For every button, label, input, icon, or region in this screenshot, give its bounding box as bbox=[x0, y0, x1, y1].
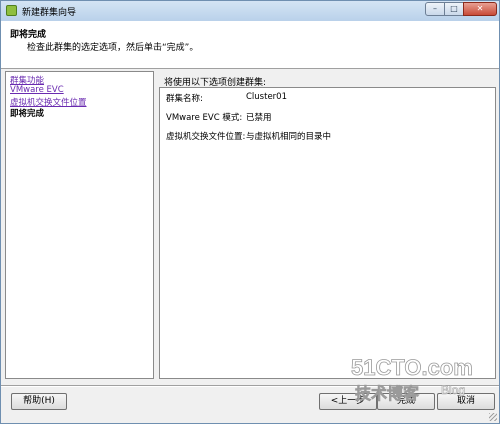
back-button[interactable]: <上一步 bbox=[319, 393, 377, 410]
window-title: 新建群集向导 bbox=[22, 8, 77, 18]
close-button[interactable]: ✕ bbox=[463, 2, 497, 16]
wizard-window: 新建群集向导 – □ ✕ 即将完成 检查此群集的选定选项，然后单击“完成”。 群… bbox=[0, 0, 500, 424]
step-description: 检查此群集的选定选项，然后单击“完成”。 bbox=[27, 43, 199, 53]
maximize-button[interactable]: □ bbox=[444, 2, 464, 16]
evc-mode-label: VMware EVC 模式: bbox=[166, 113, 243, 123]
step-title: 即将完成 bbox=[10, 30, 47, 40]
cluster-name-value: Cluster01 bbox=[246, 92, 287, 102]
nav-item-vmware-evc[interactable]: VMware EVC bbox=[10, 85, 64, 95]
help-button[interactable]: 帮助(H) bbox=[11, 393, 67, 410]
title-bar[interactable]: 新建群集向导 – □ ✕ bbox=[1, 1, 499, 21]
summary-panel: 群集名称: Cluster01 VMware EVC 模式: 已禁用 虚拟机交换… bbox=[159, 87, 496, 379]
swapfile-location-value: 与虚拟机相同的目录中 bbox=[246, 132, 332, 142]
cluster-name-label: 群集名称: bbox=[166, 94, 203, 104]
minimize-button[interactable]: – bbox=[425, 2, 445, 16]
evc-mode-value: 已禁用 bbox=[246, 113, 272, 123]
footer-divider bbox=[1, 385, 499, 387]
app-icon bbox=[6, 5, 17, 16]
resize-grip[interactable] bbox=[489, 413, 497, 421]
step-navigation: 群集功能 VMware EVC 虚拟机交换文件位置 即将完成 bbox=[5, 71, 154, 379]
nav-item-ready-to-complete: 即将完成 bbox=[10, 109, 45, 119]
cancel-button[interactable]: 取消 bbox=[437, 393, 495, 410]
finish-button[interactable]: 完成 bbox=[377, 393, 435, 410]
swapfile-location-label: 虚拟机交换文件位置: bbox=[166, 132, 246, 142]
wizard-header: 即将完成 检查此群集的选定选项，然后单击“完成”。 bbox=[1, 21, 499, 69]
